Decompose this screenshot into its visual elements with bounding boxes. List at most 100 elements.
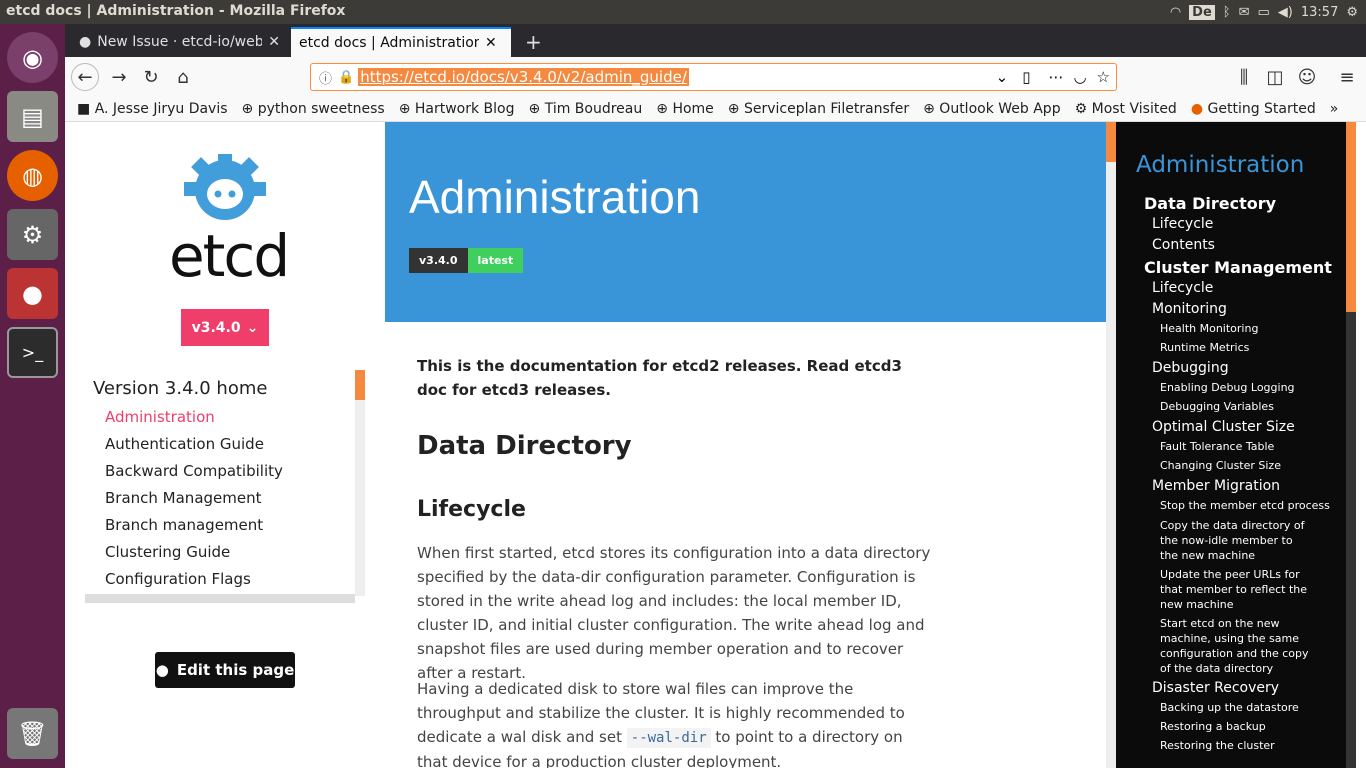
battery-icon[interactable]: ▭ (1258, 5, 1270, 20)
toc-item[interactable]: Member Migration (1144, 478, 1332, 499)
sidebar-item-administration[interactable]: Administration (105, 408, 283, 435)
bookmark-item[interactable]: ⊕ Outlook Web App (923, 101, 1060, 117)
back-button[interactable]: ← (71, 63, 99, 91)
toc-item[interactable]: Fault Tolerance Table (1144, 440, 1332, 459)
bookmark-item[interactable]: ● Getting Started (1191, 101, 1316, 117)
toc-item[interactable]: Contents (1144, 237, 1332, 258)
toc-item[interactable]: Data Directory (1144, 194, 1332, 216)
bookmark-item[interactable]: ⊕ Tim Boudreau (529, 101, 643, 117)
bookmark-item[interactable]: ⚙ Most Visited (1075, 101, 1177, 117)
edit-page-button[interactable]: ● Edit this page (155, 652, 295, 688)
trash-icon[interactable]: 🗑 (7, 708, 58, 759)
sidebar-item-backward-compatibility[interactable]: Backward Compatibility (105, 462, 283, 489)
tab-new-issue[interactable]: ● New Issue · etcd-io/website ✕ (71, 27, 289, 57)
new-tab-button[interactable]: + (517, 27, 550, 57)
toc-item[interactable]: Copy the data directory of the now-idle … (1144, 518, 1314, 563)
toc-item[interactable]: Start etcd on the new machine, using the… (1144, 616, 1314, 676)
sidebar-icon[interactable]: ◫ (1261, 63, 1289, 91)
sound-recorder-icon[interactable]: ● (7, 268, 58, 319)
terminal-icon[interactable]: >_ (7, 327, 58, 378)
dropdown-arrow-icon[interactable]: ⌄ (996, 68, 1009, 86)
keyboard-layout[interactable]: De (1189, 4, 1215, 20)
system-tray: ◠ De ᛒ ✉ ▭ ◀) 13:57 ⚙ (1170, 0, 1366, 24)
toc-item[interactable]: Disaster Recovery (1144, 680, 1332, 701)
gear-icon: ⚙ (1074, 101, 1088, 117)
etcd2-notice: This is the documentation for etcd2 rele… (417, 357, 902, 399)
bookmark-item[interactable]: ⊕ python sweetness (242, 101, 385, 117)
ubuntu-dash-icon[interactable]: ◉ (7, 32, 58, 83)
toc-item[interactable]: Enabling Debug Logging (1144, 381, 1332, 400)
settings-gear-icon[interactable]: ⚙ (1346, 5, 1358, 20)
url-text[interactable]: https://etcd.io/docs/v3.4.0/v2/admin_gui… (358, 68, 689, 86)
menu-icon[interactable]: ≡ (1333, 63, 1361, 91)
sidebar-horizontal-scrollbar[interactable] (85, 594, 355, 603)
sidebar-scrollbar[interactable] (355, 370, 365, 596)
toc-item[interactable]: Debugging (1144, 360, 1332, 381)
tab-etcd-docs[interactable]: etcd docs | Administration ✕ (291, 27, 511, 57)
clock[interactable]: 13:57 (1301, 5, 1338, 20)
close-tab-icon[interactable]: ✕ (268, 34, 280, 50)
scrollbar-thumb[interactable] (1346, 122, 1356, 312)
info-icon[interactable]: ⓘ (319, 68, 332, 87)
home-button[interactable]: ⌂ (169, 63, 197, 91)
system-settings-icon[interactable]: ⚙ (7, 209, 58, 260)
toc-item[interactable]: Cluster Management (1144, 258, 1332, 280)
bookmark-item[interactable]: ⊕ Hartwork Blog (399, 101, 515, 117)
toc-scrollbar[interactable] (1346, 122, 1356, 768)
toc-item[interactable]: Monitoring (1144, 301, 1332, 322)
scrollbar-thumb[interactable] (1106, 122, 1116, 162)
bookmarks-toolbar: ■ A. Jesse Jiryu Davis ⊕ python sweetnes… (65, 97, 1366, 122)
toc-list: Data Directory Lifecycle Contents Cluster M… (1144, 194, 1332, 758)
toc-item[interactable]: Update the peer URLs for that member to … (1144, 567, 1314, 612)
etcd-logo-icon[interactable] (180, 152, 270, 228)
bookmark-page-icon: ■ (77, 101, 91, 117)
page-title: Administration (409, 171, 701, 223)
sidebar-item-branch-management[interactable]: Branch Management (105, 489, 283, 516)
etcd-logo-text[interactable]: etcd (169, 222, 290, 290)
toc-item[interactable]: Lifecycle (1144, 216, 1332, 237)
url-bar[interactable]: ⓘ 🔒 https://etcd.io/docs/v3.4.0/v2/admin… (310, 63, 1117, 91)
sidebar-item-clustering-guide[interactable]: Clustering Guide (105, 543, 283, 570)
toc-item[interactable]: Changing Cluster Size (1144, 459, 1332, 478)
toc-item[interactable]: Lifecycle (1144, 280, 1332, 301)
firefox-icon[interactable]: ◍ (7, 150, 58, 201)
scrollbar-thumb[interactable] (355, 370, 365, 400)
tab-bar: ● New Issue · etcd-io/website ✕ etcd doc… (65, 24, 1366, 57)
version-home-link[interactable]: Version 3.4.0 home (93, 378, 267, 399)
sidebar-item-branch-management-2[interactable]: Branch management (105, 516, 283, 543)
sync-icon[interactable]: ☺ (1293, 63, 1321, 91)
toc-item[interactable]: Backing up the datastore (1144, 701, 1332, 720)
left-sidebar: etcd v3.4.0 ⌄ Version 3.4.0 home Adminis… (65, 122, 385, 768)
sidebar-item-authentication[interactable]: Authentication Guide (105, 435, 283, 462)
bookmark-item[interactable]: ⊕ Serviceplan Filetransfer (728, 101, 909, 117)
version-selector[interactable]: v3.4.0 ⌄ (181, 309, 269, 346)
firefox-small-icon: ● (1190, 101, 1204, 117)
page-actions-icon[interactable]: ⋯ (1048, 68, 1063, 86)
main-scrollbar[interactable] (1106, 122, 1116, 768)
pocket-icon[interactable]: ◡ (1073, 68, 1086, 86)
toc-item[interactable]: Restoring a backup (1144, 720, 1332, 739)
files-icon[interactable]: ▤ (7, 91, 58, 142)
toc-item[interactable]: Stop the member etcd process (1144, 499, 1332, 518)
toc-item[interactable]: Health Monitoring (1144, 322, 1332, 341)
toc-item[interactable]: Optimal Cluster Size (1144, 419, 1332, 440)
wifi-icon[interactable]: ◠ (1170, 5, 1181, 20)
volume-icon[interactable]: ◀) (1278, 5, 1293, 20)
toc-item[interactable]: Runtime Metrics (1144, 341, 1332, 360)
bookmark-star-icon[interactable]: ☆ (1097, 68, 1110, 86)
sidebar-item-configuration-flags[interactable]: Configuration Flags (105, 570, 283, 597)
close-tab-icon[interactable]: ✕ (485, 35, 497, 51)
bluetooth-icon[interactable]: ᛒ (1223, 5, 1231, 20)
bookmark-item[interactable]: ■ A. Jesse Jiryu Davis (77, 101, 228, 117)
reload-button[interactable]: ↻ (137, 63, 165, 91)
bookmarks-overflow-icon[interactable]: » (1330, 101, 1339, 117)
library-icon[interactable]: ⫼ (1230, 63, 1258, 91)
forward-button[interactable]: → (105, 63, 133, 91)
mail-icon[interactable]: ✉ (1239, 5, 1250, 20)
toc-item[interactable]: Debugging Variables (1144, 400, 1332, 419)
bookmark-item[interactable]: ⊕ Home (656, 101, 714, 117)
table-of-contents: Administration Data Directory Lifecycle Co… (1116, 122, 1346, 768)
toc-item[interactable]: Restoring the cluster (1144, 739, 1332, 758)
web-page: etcd v3.4.0 ⌄ Version 3.4.0 home Adminis… (65, 122, 1366, 768)
reader-view-icon[interactable]: ▯ (1022, 68, 1030, 86)
